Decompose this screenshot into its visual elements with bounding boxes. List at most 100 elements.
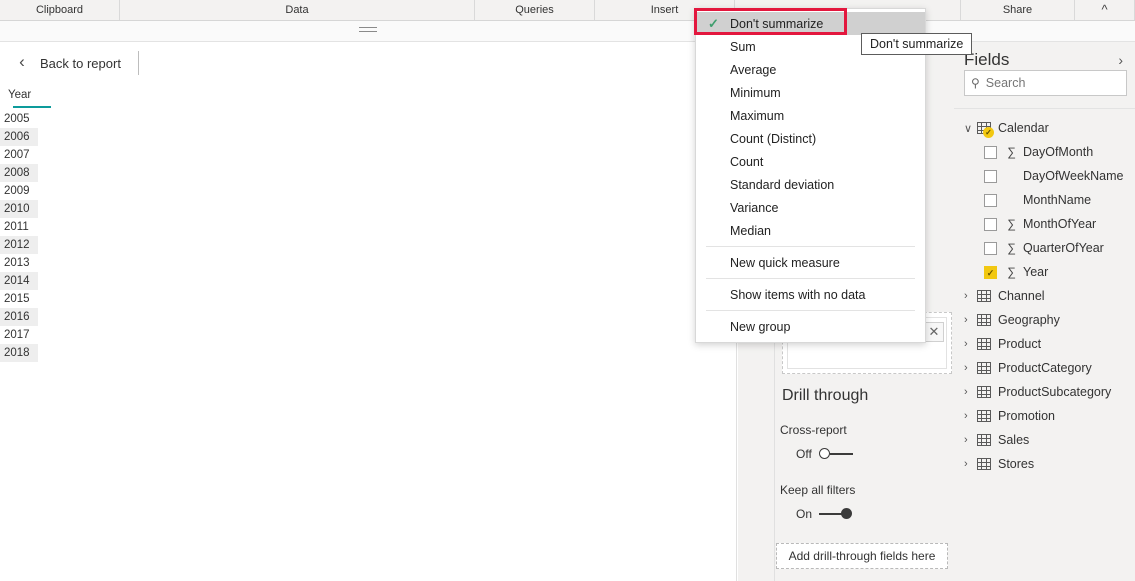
table-row[interactable]: 2018 <box>0 344 38 362</box>
field-checkbox[interactable] <box>984 218 997 231</box>
checked-badge-icon: ✓ <box>983 127 994 138</box>
field-checkbox[interactable]: ✓ <box>984 266 997 279</box>
fields-table-stores[interactable]: ›Stores <box>954 452 1135 476</box>
cross-report-toggle-row[interactable]: Off <box>776 447 953 461</box>
cross-report-label: Cross-report <box>776 423 953 437</box>
table-row[interactable]: 2017 <box>0 326 38 344</box>
menu-item-new-quick-measure[interactable]: New quick measure <box>696 251 925 274</box>
cross-report-toggle[interactable] <box>819 448 853 460</box>
menu-item-variance[interactable]: Variance <box>696 196 925 219</box>
menu-item-label: Average <box>708 63 776 77</box>
toggle-track <box>830 453 853 455</box>
table-row[interactable]: 2005 <box>0 110 38 128</box>
table-row[interactable]: 2006 <box>0 128 38 146</box>
menu-item-maximum[interactable]: Maximum <box>696 104 925 127</box>
fields-table-sales[interactable]: ›Sales <box>954 428 1135 452</box>
field-item-monthofyear[interactable]: ∑MonthOfYear <box>954 212 1135 236</box>
menu-item-average[interactable]: Average <box>696 58 925 81</box>
chevron-right-icon[interactable]: › <box>964 458 977 470</box>
search-input[interactable]: Search <box>986 76 1026 90</box>
menu-item-show-items-with-no-data[interactable]: Show items with no data <box>696 283 925 306</box>
table-row[interactable]: 2015 <box>0 290 38 308</box>
fields-search-box[interactable]: ⚲ Search <box>964 70 1127 96</box>
table-row[interactable]: 2008 <box>0 164 38 182</box>
fields-table-product[interactable]: ›Product <box>954 332 1135 356</box>
chevron-right-icon[interactable]: › <box>964 386 977 398</box>
column-header-underline <box>13 106 51 108</box>
menu-item-count[interactable]: Count <box>696 150 925 173</box>
summarize-context-menu[interactable]: ✓Don't summarize Sum Average MinimumMaximum… <box>695 8 926 343</box>
chevron-right-icon[interactable]: › <box>964 410 977 422</box>
field-checkbox[interactable] <box>984 170 997 183</box>
table-cell-year: 2008 <box>4 167 30 179</box>
chevron-right-icon[interactable]: › <box>1114 52 1127 68</box>
table-cell-year: 2016 <box>4 311 30 323</box>
field-item-label: QuarterOfYear <box>1023 241 1104 255</box>
ribbon-group-queries[interactable]: Queries <box>475 0 595 20</box>
menu-item-minimum[interactable]: Minimum <box>696 81 925 104</box>
table-row[interactable]: 2012 <box>0 236 38 254</box>
table-grid-glyph <box>977 434 991 446</box>
drill-through-drop-zone[interactable]: Add drill-through fields here <box>776 543 948 569</box>
table-grid-glyph <box>977 386 991 398</box>
table-column-header[interactable]: Year <box>0 84 737 106</box>
field-checkbox[interactable] <box>984 194 997 207</box>
fields-table-label: ProductSubcategory <box>998 385 1111 399</box>
keep-all-filters-toggle-row[interactable]: On <box>776 507 953 521</box>
table-cell-year: 2012 <box>4 239 30 251</box>
table-row[interactable]: 2010 <box>0 200 38 218</box>
toggle-knob <box>841 508 852 519</box>
close-icon[interactable]: ✕ <box>924 322 944 342</box>
ribbon-group-label: Insert <box>651 4 679 16</box>
fields-table-label: Geography <box>998 313 1060 327</box>
sigma-icon: ∑ <box>1005 265 1018 279</box>
field-checkbox[interactable] <box>984 242 997 255</box>
field-item-monthname[interactable]: ∑MonthName <box>954 188 1135 212</box>
chevron-right-icon[interactable]: › <box>964 434 977 446</box>
table-row[interactable]: 2007 <box>0 146 38 164</box>
menu-item-median[interactable]: Median <box>696 219 925 242</box>
table-row[interactable]: 2016 <box>0 308 38 326</box>
fields-table-productcategory[interactable]: › ProductCategory <box>954 356 1135 380</box>
ribbon-group-clipboard[interactable]: Clipboard <box>0 0 120 20</box>
table-row[interactable]: 2009 <box>0 182 38 200</box>
field-checkbox[interactable] <box>984 146 997 159</box>
chevron-right-icon[interactable]: › <box>964 314 977 326</box>
fields-table-promotion[interactable]: ›Promotion <box>954 404 1135 428</box>
field-icon-spacer: ∑ <box>1005 193 1018 207</box>
fields-table-channel[interactable]: ›Channel <box>954 284 1135 308</box>
chevron-down-icon[interactable]: ∨ <box>964 122 977 135</box>
chevron-right-icon[interactable]: › <box>964 290 977 302</box>
table-grid-glyph <box>977 338 991 350</box>
chevron-right-icon[interactable]: › <box>964 338 977 350</box>
fields-table-calendar[interactable]: ∨✓Calendar <box>954 116 1135 140</box>
menu-item-standard-deviation[interactable]: Standard deviation <box>696 173 925 196</box>
field-item-dayofweekname[interactable]: ∑DayOfWeekName <box>954 164 1135 188</box>
table-row[interactable]: 2011 <box>0 218 38 236</box>
drill-through-title: Drill through <box>776 387 953 405</box>
menu-item-new-group[interactable]: New group <box>696 315 925 338</box>
chevron-left-icon[interactable]: ‹ <box>14 55 30 71</box>
fields-table-label: ProductCategory <box>998 361 1092 375</box>
field-item-quarterofyear[interactable]: ∑QuarterOfYear <box>954 236 1135 260</box>
ribbon-group-share[interactable]: Share <box>960 0 1075 20</box>
menu-item-don-t-summarize[interactable]: ✓Don't summarize <box>696 12 925 35</box>
table-row[interactable]: 2014 <box>0 272 38 290</box>
back-to-report-link[interactable]: Back to report <box>40 56 121 71</box>
menu-separator <box>706 246 915 247</box>
table-icon <box>977 290 992 303</box>
table-row[interactable]: 2013 <box>0 254 38 272</box>
table-cell-year: 2015 <box>4 293 30 305</box>
splitter-drag-handle[interactable] <box>359 27 377 34</box>
keep-all-filters-toggle[interactable] <box>819 508 853 520</box>
ribbon-group-data[interactable]: Data <box>120 0 475 20</box>
chevron-right-icon[interactable]: › <box>964 362 977 374</box>
menu-item-label: Sum <box>708 40 756 54</box>
cross-report-state: Off <box>796 447 812 461</box>
field-item-dayofmonth[interactable]: ∑DayOfMonth <box>954 140 1135 164</box>
fields-table-geography[interactable]: › Geography <box>954 308 1135 332</box>
field-item-year[interactable]: ✓∑Year <box>954 260 1135 284</box>
menu-item-count-distinct[interactable]: Count (Distinct) <box>696 127 925 150</box>
ribbon-collapse-button[interactable]: ^ <box>1075 0 1135 20</box>
fields-table-productsubcategory[interactable]: › ProductSubcategory <box>954 380 1135 404</box>
